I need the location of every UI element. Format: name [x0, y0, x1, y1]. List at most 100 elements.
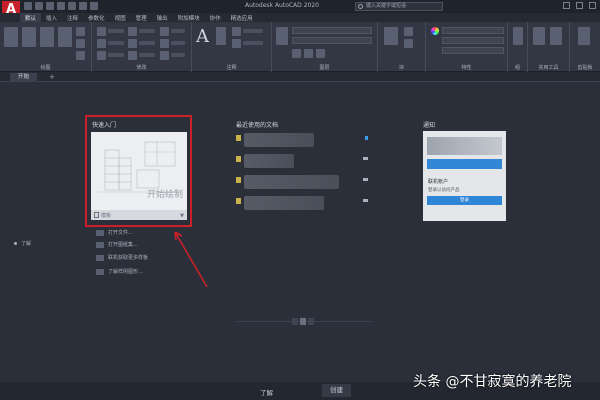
utilities-icon[interactable]	[550, 27, 562, 45]
layer-freeze-icon[interactable]	[304, 49, 313, 58]
learn-side-link[interactable]: 了解	[14, 240, 31, 247]
stretch-icon[interactable]	[97, 51, 106, 60]
lineweight-dropdown[interactable]	[442, 37, 504, 44]
polyline-tool-icon[interactable]	[22, 27, 36, 47]
mirror-icon[interactable]	[128, 39, 137, 48]
layer-state-dropdown[interactable]	[292, 37, 372, 44]
minimize-icon[interactable]	[563, 2, 570, 9]
linetype-dropdown[interactable]	[442, 47, 504, 54]
template-label: 模板	[101, 213, 112, 219]
pin-icon[interactable]	[363, 178, 368, 181]
tab-collaborate[interactable]: 协作	[205, 13, 226, 22]
scale-label	[139, 53, 155, 57]
pager-page[interactable]	[300, 318, 306, 325]
sheet-set-icon	[96, 241, 104, 248]
insert-block-icon[interactable]	[384, 27, 398, 45]
pin-icon[interactable]	[363, 199, 368, 202]
panel-label-properties[interactable]: 特性	[426, 64, 507, 71]
maximize-icon[interactable]	[576, 2, 583, 9]
template-dropdown[interactable]: 模板 ▼	[91, 210, 187, 220]
tab-parametric[interactable]: 参数化	[83, 13, 110, 22]
open-files-link[interactable]: 打开文件...	[96, 229, 133, 236]
circle-tool-icon[interactable]	[40, 27, 54, 47]
panel-label-utilities[interactable]: 实用工具	[528, 64, 569, 71]
pin-icon[interactable]	[365, 136, 368, 140]
tab-default[interactable]: 默认	[20, 13, 42, 22]
close-icon[interactable]	[589, 2, 596, 9]
rotate-icon[interactable]	[128, 27, 137, 36]
pager-next[interactable]	[308, 318, 314, 325]
recent-document-item[interactable]	[236, 154, 372, 170]
hatch-tool-icon[interactable]	[76, 39, 85, 48]
color-wheel-icon[interactable]	[431, 27, 439, 35]
panel-label-block[interactable]: 块	[378, 64, 425, 71]
tab-manage[interactable]: 管理	[131, 13, 152, 22]
draw-more-icon[interactable]	[76, 51, 85, 60]
search-input[interactable]: 键入关键字或短语	[355, 2, 443, 11]
line-tool-icon[interactable]	[4, 27, 18, 47]
panel-label-annotation[interactable]: 注释	[192, 64, 271, 71]
recent-documents-heading: 最近使用的文档	[236, 122, 279, 129]
create-block-icon[interactable]	[404, 27, 413, 36]
panel-label-draw[interactable]: 绘图	[0, 64, 91, 71]
copy-icon[interactable]	[97, 39, 106, 48]
recent-document-item[interactable]	[236, 175, 372, 191]
tab-view[interactable]: 视图	[110, 13, 131, 22]
panel-label-layers[interactable]: 图层	[272, 64, 377, 71]
tab-insert[interactable]: 插入	[41, 13, 62, 22]
arc-tool-icon[interactable]	[58, 27, 72, 47]
get-templates-label: 联机获取更多样板	[108, 255, 149, 261]
tab-create[interactable]: 创建	[322, 384, 351, 397]
trim-icon[interactable]	[160, 27, 169, 36]
panel-label-groups[interactable]: 组	[508, 64, 527, 71]
open-sheet-set-label: 打开图纸集...	[108, 242, 138, 248]
rectangle-tool-icon[interactable]	[76, 27, 85, 36]
paste-icon[interactable]	[578, 27, 590, 45]
tab-featured-apps[interactable]: 精选应用	[226, 13, 258, 22]
sample-drawings-link[interactable]: 了解样例图形...	[96, 268, 143, 275]
tab-output[interactable]: 输出	[152, 13, 173, 22]
open-sheet-set-link[interactable]: 打开图纸集...	[96, 241, 138, 248]
recent-document-item[interactable]	[236, 196, 372, 212]
tab-addins[interactable]: 附加模块	[173, 13, 205, 22]
ribbon-panel-modify: 修改	[92, 22, 192, 72]
array-icon[interactable]	[160, 51, 169, 60]
layer-on-icon[interactable]	[292, 49, 301, 58]
color-dropdown[interactable]	[442, 27, 504, 34]
start-drawing-card[interactable]: 开始绘制 模板 ▼	[91, 132, 187, 220]
recent-documents-list	[236, 133, 372, 217]
start-drawing-label: 开始绘制	[146, 190, 183, 200]
sign-in-button[interactable]: 登录	[427, 196, 502, 205]
scale-icon[interactable]	[128, 51, 137, 60]
edit-block-icon[interactable]	[404, 39, 413, 48]
tab-start[interactable]: 开始	[10, 73, 38, 82]
pin-icon[interactable]	[363, 157, 368, 160]
tab-learn[interactable]: 了解	[260, 387, 273, 397]
group-icon[interactable]	[513, 27, 523, 45]
leader-icon[interactable]	[232, 27, 241, 36]
text-tool-icon[interactable]: A	[196, 26, 209, 47]
dimension-tool-icon[interactable]	[216, 27, 226, 45]
new-tab-button[interactable]: +	[48, 73, 56, 81]
get-templates-link[interactable]: 联机获取更多样板	[96, 254, 148, 261]
recent-document-item[interactable]	[236, 133, 372, 149]
new-file-icon[interactable]	[24, 2, 32, 10]
pager-prev[interactable]	[292, 318, 298, 325]
panel-label-clipboard[interactable]: 剪贴板	[570, 64, 600, 71]
fillet-icon[interactable]	[160, 39, 169, 48]
open-file-icon[interactable]	[35, 2, 43, 10]
redo-icon[interactable]	[90, 2, 98, 10]
table-icon[interactable]	[232, 39, 241, 48]
layer-dropdown[interactable]	[292, 27, 372, 34]
print-icon[interactable]	[68, 2, 76, 10]
save-icon[interactable]	[46, 2, 54, 10]
undo-icon[interactable]	[79, 2, 87, 10]
open-files-label: 打开文件...	[108, 230, 133, 236]
measure-icon[interactable]	[533, 27, 545, 45]
layer-lock-icon[interactable]	[316, 49, 325, 58]
panel-label-modify[interactable]: 修改	[92, 64, 191, 71]
layer-properties-icon[interactable]	[276, 27, 288, 45]
save-as-icon[interactable]	[57, 2, 65, 10]
tab-annotate[interactable]: 注释	[62, 13, 83, 22]
move-icon[interactable]	[97, 27, 106, 36]
